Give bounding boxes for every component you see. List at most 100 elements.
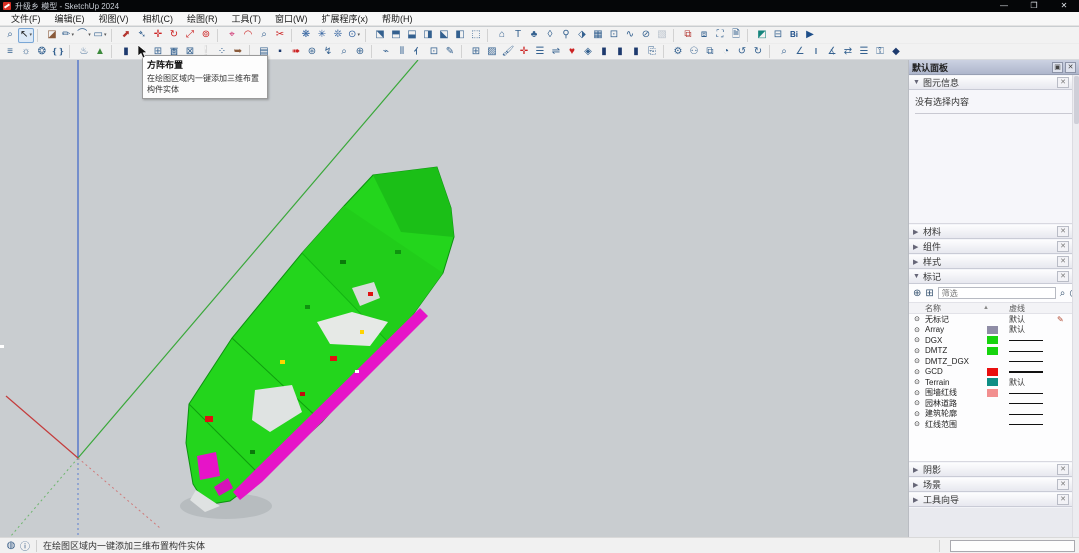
visibility-eye-icon[interactable]: ⊙ xyxy=(909,326,925,334)
terrain-model[interactable] xyxy=(0,167,454,512)
home-icon[interactable]: ⌂ xyxy=(494,28,510,43)
ibeam-icon[interactable]: I xyxy=(808,44,824,59)
visibility-eye-icon[interactable]: ⊙ xyxy=(909,336,925,344)
tags-section-bar[interactable]: ▼ 标记 ✕ xyxy=(909,269,1079,284)
tag-row[interactable]: ⊙围墙红线 xyxy=(909,388,1079,399)
tree-component-icon[interactable]: ♣ xyxy=(526,28,542,43)
section-close-icon[interactable]: ✕ xyxy=(1057,226,1069,237)
tag-color-swatch[interactable] xyxy=(987,336,1009,344)
model-viewport[interactable] xyxy=(0,60,908,537)
lock-icon[interactable]: ⚿ xyxy=(872,44,888,59)
tag-filter-input[interactable] xyxy=(938,287,1056,299)
entity-info-section-bar[interactable]: ▼ 图元信息 ✕ xyxy=(909,75,1079,90)
restore-button[interactable]: ❐ xyxy=(1019,0,1049,12)
section-close-icon[interactable]: ✕ xyxy=(1057,479,1069,490)
dropdown-arrow-icon[interactable]: ▾ xyxy=(29,33,32,38)
export2-icon[interactable]: ⧉ xyxy=(702,44,718,59)
tag-dash-style[interactable]: 默认 xyxy=(1009,377,1057,388)
tray-top-section-1[interactable]: ▶材料✕ xyxy=(909,224,1079,239)
view-bottom-icon[interactable]: ⬚ xyxy=(468,28,484,43)
tag-color-swatch[interactable] xyxy=(987,326,1009,334)
pushpull-tool-icon[interactable]: ⬈ xyxy=(118,28,134,43)
tag-row[interactable]: ⊙无标记默认✎ xyxy=(909,314,1079,325)
render-pair-icon[interactable]: ◩ xyxy=(754,28,770,43)
tag-row[interactable]: ⊙DMTZ xyxy=(909,346,1079,357)
zoom-tool-icon[interactable]: ⌕ xyxy=(2,28,18,43)
screen-icon[interactable]: ⊡ xyxy=(606,28,622,43)
image2-icon[interactable]: ▨ xyxy=(484,44,500,59)
tag-dash-style[interactable] xyxy=(1009,336,1057,345)
clipboard-3-icon[interactable]: ▮ xyxy=(628,44,644,59)
tag-color-swatch[interactable] xyxy=(987,378,1009,386)
current-tag-pencil-icon[interactable]: ✎ xyxy=(1057,315,1071,324)
menu-item-7[interactable]: 窗口(W) xyxy=(268,12,315,26)
tag-name[interactable]: 园林道路 xyxy=(925,398,987,409)
menu-item-4[interactable]: 相机(C) xyxy=(136,12,181,26)
tag-dash-style[interactable] xyxy=(1009,420,1057,429)
panel-scrollbar[interactable] xyxy=(1072,75,1079,537)
export-page-icon[interactable]: 🗎 xyxy=(728,28,744,43)
tray-close-button[interactable]: ✕ xyxy=(1065,62,1076,73)
swirl-icon[interactable]: ⊛ xyxy=(304,44,320,59)
section-close-icon[interactable]: ✕ xyxy=(1057,494,1069,505)
offset-tool-icon[interactable]: ⊚ xyxy=(198,28,214,43)
layers-icon[interactable]: ☰ xyxy=(532,44,548,59)
tag-row[interactable]: ⊙Terrain默认 xyxy=(909,377,1079,388)
scale-tool-icon[interactable]: ⤢ xyxy=(182,28,198,43)
tag-name[interactable]: 建筑轮廓 xyxy=(925,408,987,419)
clipboard-1-icon[interactable]: ▮ xyxy=(596,44,612,59)
view-iso-icon[interactable]: ⬔ xyxy=(372,28,388,43)
clipboard-2-icon[interactable]: ▮ xyxy=(612,44,628,59)
gear-icon[interactable]: ⚙ xyxy=(670,44,686,59)
dropdown-arrow-icon[interactable]: ▾ xyxy=(357,33,360,38)
tag-name[interactable]: DMTZ xyxy=(925,346,987,355)
bim-icon[interactable]: Bi xyxy=(786,28,802,43)
paste-icon[interactable]: ⎘ xyxy=(644,44,660,59)
transform-1-icon[interactable]: ⧉ xyxy=(680,28,696,43)
tags-close-icon[interactable]: ✕ xyxy=(1057,271,1069,282)
tag-dash-style[interactable]: 默认 xyxy=(1009,314,1057,325)
tag-search-icon[interactable]: ⌕ xyxy=(1060,288,1066,299)
download-circle-icon[interactable]: ⊕ xyxy=(352,44,368,59)
link-icon[interactable]: ⌁ xyxy=(378,44,394,59)
grid-icon[interactable]: ▦ xyxy=(590,28,606,43)
tray-pin-button[interactable]: ▣ xyxy=(1052,62,1063,73)
brackets-icon[interactable]: ❴❵ xyxy=(50,44,66,59)
tray-bottom-section-1[interactable]: ▶阴影✕ xyxy=(909,462,1079,477)
heart-shield-icon[interactable]: ♥ xyxy=(564,44,580,59)
play-icon[interactable]: ▶ xyxy=(802,28,818,43)
vase-component-icon[interactable]: ◊ xyxy=(542,28,558,43)
select-tool-icon[interactable]: ↖▾ xyxy=(18,28,34,43)
eraser-tool-icon[interactable]: ◪ xyxy=(44,28,60,43)
menu-item-1[interactable]: 文件(F) xyxy=(4,12,48,26)
dropdown-arrow-icon[interactable]: ▾ xyxy=(71,33,74,38)
minimize-button[interactable]: — xyxy=(989,0,1019,12)
window-icon[interactable]: ⊡ xyxy=(426,44,442,59)
tag-name[interactable]: Terrain xyxy=(925,378,987,387)
dropdown-arrow-icon[interactable]: ▾ xyxy=(104,33,107,38)
visibility-eye-icon[interactable]: ⊙ xyxy=(909,315,925,323)
tray-bottom-section-2[interactable]: ▶场景✕ xyxy=(909,477,1079,492)
section-close-icon[interactable]: ✕ xyxy=(1057,241,1069,252)
terrain-icon[interactable]: ▲ xyxy=(92,44,108,59)
view-left-icon[interactable]: ◧ xyxy=(452,28,468,43)
printer-icon[interactable]: ♨ xyxy=(76,44,92,59)
column-dashes-label[interactable]: 虚线 xyxy=(1009,303,1025,314)
visibility-eye-icon[interactable]: ⊙ xyxy=(909,389,925,397)
tag-row[interactable]: ⊙GCD xyxy=(909,367,1079,378)
tag-name[interactable]: GCD xyxy=(925,367,987,376)
tag-row[interactable]: ⊙DMTZ_DGX xyxy=(909,356,1079,367)
tag-row[interactable]: ⊙DGX xyxy=(909,335,1079,346)
disabled-tool-icon[interactable]: ▧ xyxy=(654,28,670,43)
list-icon[interactable]: ≡ xyxy=(2,44,18,59)
view-front-icon[interactable]: ⬓ xyxy=(404,28,420,43)
angle2-icon[interactable]: ∡ xyxy=(824,44,840,59)
tag-dash-style[interactable] xyxy=(1009,399,1057,408)
visibility-eye-icon[interactable]: ⊙ xyxy=(909,357,925,365)
people-icon[interactable]: ⚇ xyxy=(686,44,702,59)
dropdown-arrow-icon[interactable]: ▾ xyxy=(88,33,91,38)
tag-dash-style[interactable] xyxy=(1009,357,1057,366)
section-close-icon[interactable]: ✕ xyxy=(1057,256,1069,267)
help-circle-icon[interactable]: ◔ xyxy=(718,44,734,59)
tag-dash-style[interactable] xyxy=(1009,367,1057,376)
